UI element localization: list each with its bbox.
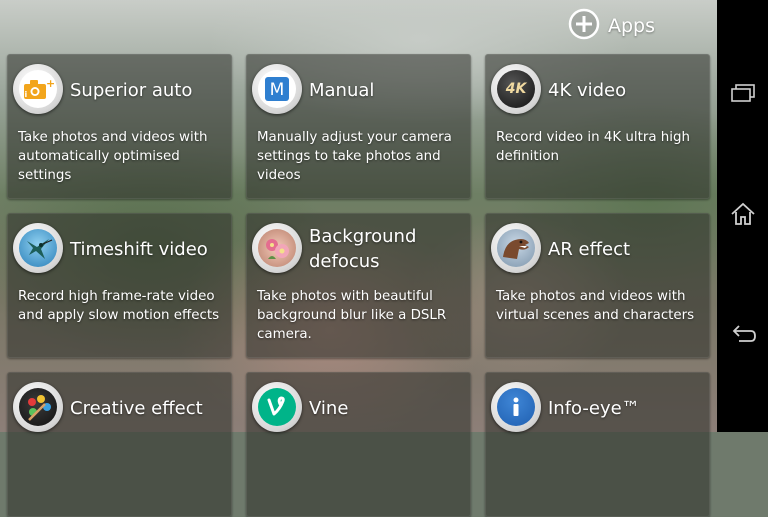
home-button[interactable] [717, 196, 768, 236]
svg-text:M: M [270, 80, 285, 100]
dinosaur-icon [491, 223, 541, 273]
mode-card-manual[interactable]: M Manual Manually adjust your camera set… [246, 54, 471, 199]
recent-apps-button[interactable] [717, 75, 768, 115]
apps-label: Apps [608, 15, 656, 37]
mode-card-superior-auto[interactable]: + i Superior auto Take photos and videos… [7, 54, 232, 199]
svg-text:+: + [46, 77, 54, 90]
mode-title: Superior auto [70, 80, 193, 101]
mode-title: Info-eye™ [548, 398, 640, 419]
plus-circle-icon [568, 8, 600, 44]
mode-card-info-eye[interactable]: Info-eye™ [485, 372, 710, 517]
mode-title: Vine [309, 398, 349, 419]
back-button[interactable] [717, 316, 768, 356]
mode-title: Timeshift video [70, 239, 208, 260]
mode-title: Manual [309, 80, 375, 101]
mode-card-4k-video[interactable]: 4K 4K video Record video in 4K ultra hig… [485, 54, 710, 199]
4k-icon: 4K [491, 64, 541, 114]
mode-description: Record video in 4K ultra high definition [496, 130, 690, 164]
mode-card-creative-effect[interactable]: Creative effect [7, 372, 232, 517]
svg-text:i: i [25, 90, 28, 99]
mode-description: Take photos and videos with automaticall… [18, 130, 208, 183]
recent-apps-icon [730, 83, 756, 107]
mode-card-ar-effect[interactable]: AR effect Take photos and videos with vi… [485, 213, 710, 358]
manual-m-icon: M [252, 64, 302, 114]
mode-description: Manually adjust your camera settings to … [257, 130, 452, 183]
mode-card-vine[interactable]: Vine [246, 372, 471, 517]
mode-description: Record high frame-rate video and apply s… [18, 289, 220, 323]
vine-icon [252, 382, 302, 432]
flowers-icon [252, 223, 302, 273]
mode-card-timeshift-video[interactable]: Timeshift video Record high frame-rate v… [7, 213, 232, 358]
mode-description: Take photos with beautiful background bl… [257, 289, 447, 342]
back-icon [729, 323, 757, 349]
info-icon [491, 382, 541, 432]
navigation-bar [717, 0, 768, 432]
apps-button[interactable]: Apps [568, 8, 655, 44]
mode-title: 4K video [548, 80, 627, 101]
home-icon [729, 201, 757, 231]
mode-card-background-defocus[interactable]: Background defocus Take photos with beau… [246, 213, 471, 358]
mode-title: Creative effect [70, 398, 203, 419]
4k-icon-text: 4K [505, 81, 527, 97]
mode-title: AR effect [548, 239, 631, 260]
hummingbird-icon [13, 223, 63, 273]
palette-icon [13, 382, 63, 432]
mode-description: Take photos and videos with virtual scen… [496, 289, 695, 323]
mode-title: Background defocus [309, 226, 417, 272]
camera-plus-icon: + i [13, 64, 63, 114]
